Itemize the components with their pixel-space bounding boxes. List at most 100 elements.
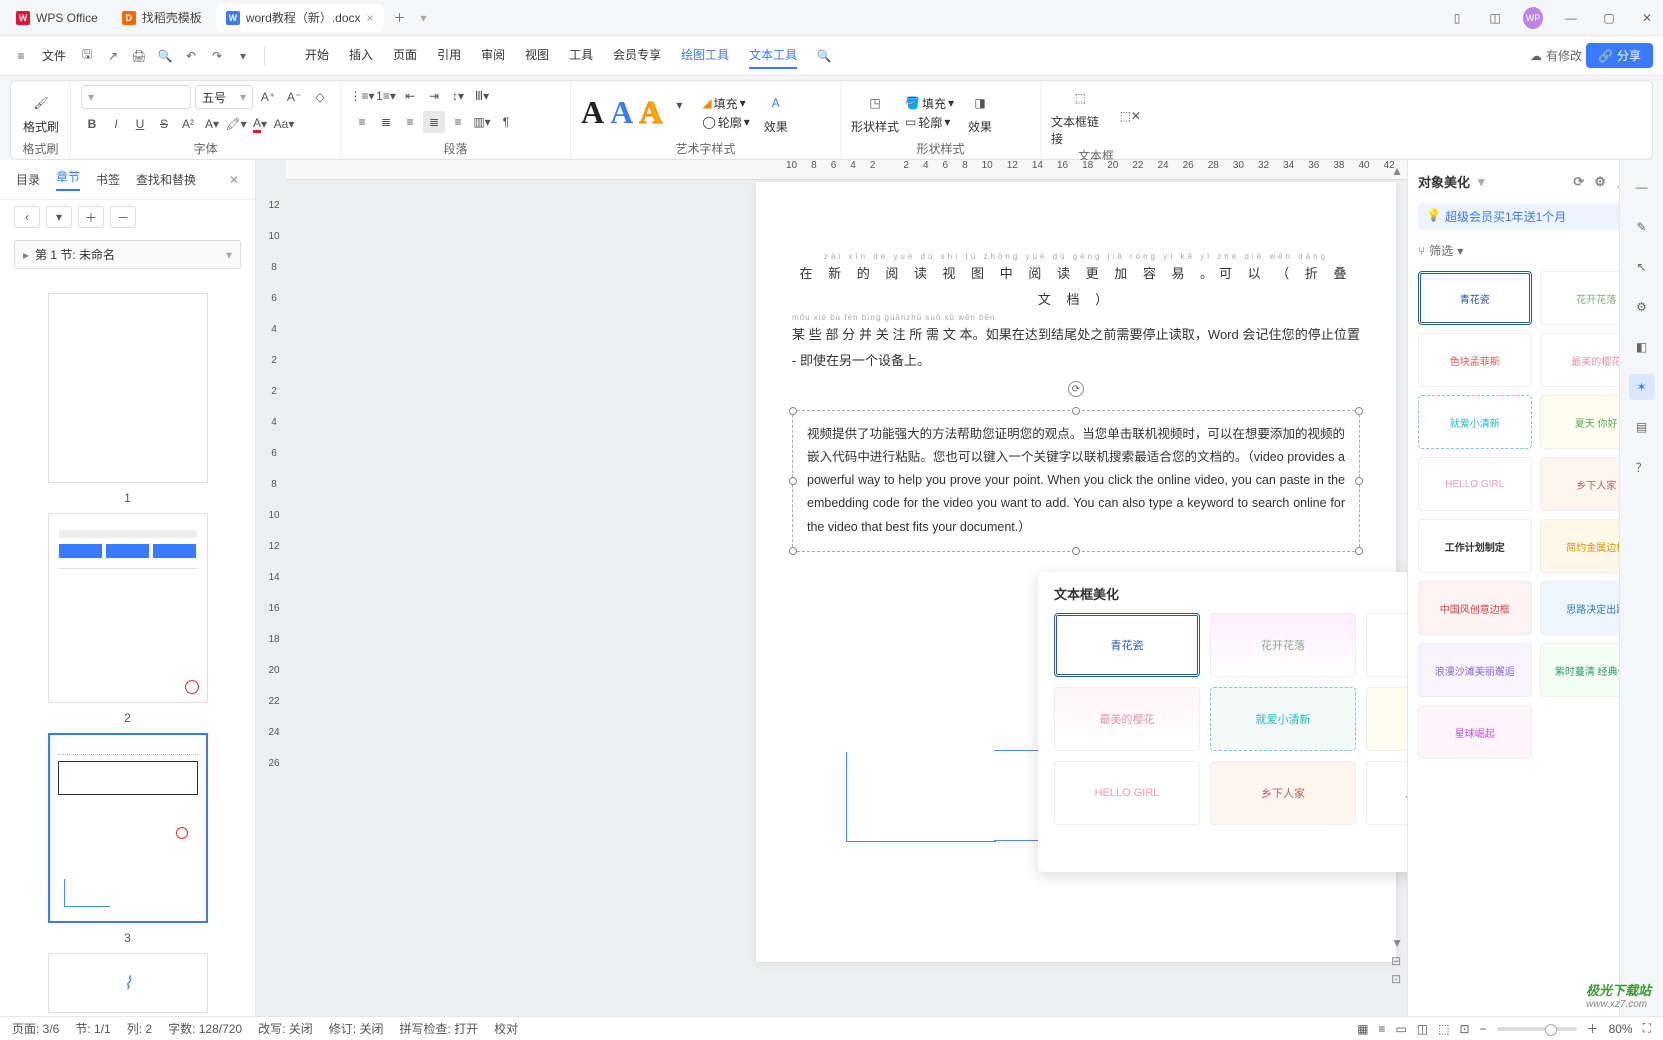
file-menu[interactable]: 文件 xyxy=(42,47,66,64)
rightpane-card[interactable]: 浪漫沙滩美丽邂逅 xyxy=(1418,643,1532,697)
sort-icon[interactable]: Ⅲ▾ xyxy=(471,85,493,107)
menu-huitu[interactable]: 绘图工具 xyxy=(681,42,729,69)
thumbnail-4[interactable]: ⌇ xyxy=(48,953,208,1013)
font-shrink-icon[interactable]: A⁻ xyxy=(283,86,305,108)
rightpane-card[interactable]: 色块孟菲斯 xyxy=(1418,333,1532,387)
nav-expand-button[interactable]: ▾ xyxy=(46,206,72,228)
thumbnail-1[interactable] xyxy=(48,293,208,483)
font-family-select[interactable]: ▾ xyxy=(81,85,191,109)
status-section[interactable]: 节: 1/1 xyxy=(75,1020,110,1037)
share-button[interactable]: 🔗分享 xyxy=(1586,43,1653,68)
menu-shenyue[interactable]: 审阅 xyxy=(481,42,505,69)
popup-card[interactable]: 乡下人家 xyxy=(1210,761,1356,825)
refresh-icon[interactable]: ⟳ xyxy=(1573,174,1584,190)
cube-icon[interactable]: ◫ xyxy=(1485,11,1505,25)
zoom-in-icon[interactable]: ＋ xyxy=(1587,1020,1599,1037)
minimize-icon[interactable]: — xyxy=(1561,11,1581,25)
tab-close-icon[interactable]: × xyxy=(367,11,374,25)
side-pen-icon[interactable]: ✎ xyxy=(1629,214,1655,240)
preview-icon[interactable]: 🔍 xyxy=(154,45,176,67)
align-center-icon[interactable]: ≣ xyxy=(375,111,397,133)
page-down-icon[interactable]: ⊡ xyxy=(1391,972,1403,986)
side-layout-icon[interactable]: ◧ xyxy=(1629,334,1655,360)
status-rev[interactable]: 改写: 关闭 xyxy=(258,1020,313,1037)
side-beautify-icon[interactable]: ✶ xyxy=(1629,374,1655,400)
case-button[interactable]: Aa▾ xyxy=(273,113,295,135)
rightpane-card[interactable]: 工作计划制定 xyxy=(1418,519,1532,573)
more-textbox-link[interactable]: 更多文本框 xyxy=(1054,843,1407,860)
handle-tl[interactable] xyxy=(789,407,797,415)
font-size-select[interactable]: 五号▾ xyxy=(195,85,253,109)
handle-b[interactable] xyxy=(1072,547,1080,555)
text-effect-button[interactable]: A效果 xyxy=(756,90,796,135)
navtab-zhangjie[interactable]: 章节 xyxy=(56,168,80,191)
wordart-more-icon[interactable]: ▾ xyxy=(668,94,690,116)
handle-r[interactable] xyxy=(1355,477,1363,485)
redo-icon[interactable]: ↷ xyxy=(206,45,228,67)
menu-charu[interactable]: 插入 xyxy=(349,42,373,69)
handle-br[interactable] xyxy=(1355,547,1363,555)
text-outline-button[interactable]: ◯轮廓▾ xyxy=(702,114,749,131)
print-icon[interactable]: 🖨 xyxy=(128,45,150,67)
nav-remove-button[interactable]: － xyxy=(110,206,136,228)
status-col[interactable]: 列: 2 xyxy=(127,1020,152,1037)
fullscreen-icon[interactable]: ⛶ xyxy=(1643,1021,1651,1036)
align-left-icon[interactable]: ≡ xyxy=(351,111,373,133)
export-icon[interactable]: ↗ xyxy=(102,45,124,67)
rightpane-card[interactable]: 青花瓷 xyxy=(1418,271,1532,325)
thumbnail-3[interactable] xyxy=(48,733,208,923)
format-brush-button[interactable]: 🖌格式刷 xyxy=(21,90,61,135)
font-grow-icon[interactable]: A⁺ xyxy=(257,86,279,108)
outdent-icon[interactable]: ⇤ xyxy=(399,85,421,107)
shape-fill-button[interactable]: 🪣填充▾ xyxy=(905,95,954,112)
menu-yemian[interactable]: 页面 xyxy=(393,42,417,69)
thumbnail-2[interactable] xyxy=(48,513,208,703)
underline-button[interactable]: U xyxy=(129,113,151,135)
search-icon[interactable]: 🔍 xyxy=(813,45,835,67)
popup-card[interactable]: HELLO GIRL xyxy=(1054,761,1200,825)
superscript-icon[interactable]: A² xyxy=(177,113,199,135)
rightpane-card[interactable]: HELLO GIRL xyxy=(1418,457,1532,511)
align-right-icon[interactable]: ≡ xyxy=(399,111,421,133)
view-fullwidth-icon[interactable]: ⬚ xyxy=(1438,1022,1449,1036)
tab-app[interactable]: W WPS Office xyxy=(6,4,108,32)
view-read-icon[interactable]: ▭ xyxy=(1395,1022,1406,1036)
side-select-icon[interactable]: ↖ xyxy=(1629,254,1655,280)
rightpane-card[interactable]: 星球崛起 xyxy=(1418,705,1532,759)
tab-document[interactable]: W word教程（新）.docx × xyxy=(216,4,384,32)
highlight-icon[interactable]: 🖍▾ xyxy=(225,113,247,135)
font-color-icon[interactable]: A▾ xyxy=(249,113,271,135)
status-chars[interactable]: 字数: 128/720 xyxy=(168,1020,242,1037)
popup-card[interactable]: 色块孟菲斯 xyxy=(1366,613,1407,677)
nav-add-button[interactable]: ＋ xyxy=(78,206,104,228)
maximize-icon[interactable]: ▢ xyxy=(1599,11,1619,25)
bold-button[interactable]: B xyxy=(81,113,103,135)
navpane-close-icon[interactable]: ✕ xyxy=(229,173,239,187)
para-fill-icon[interactable]: ▥▾ xyxy=(471,111,493,133)
cloud-status[interactable]: ☁有修改 xyxy=(1530,47,1582,64)
wordart-style-1[interactable]: A xyxy=(581,94,604,131)
section-more-icon[interactable]: ▾ xyxy=(226,248,232,262)
menu-yinyong[interactable]: 引用 xyxy=(437,42,461,69)
clear-format-icon[interactable]: ◇ xyxy=(309,86,331,108)
menu-gongju[interactable]: 工具 xyxy=(569,42,593,69)
strike-button[interactable]: S xyxy=(153,113,175,135)
side-help-icon[interactable]: ？ xyxy=(1629,454,1655,480)
text-fill-button[interactable]: ◢填充▾ xyxy=(702,95,749,112)
handle-bl[interactable] xyxy=(789,547,797,555)
linespace-icon[interactable]: ↕▾ xyxy=(447,85,469,107)
vertical-ruler[interactable]: 121086422468101214161820222426 xyxy=(262,180,286,1016)
rightpane-card[interactable]: 中国风创意边框 xyxy=(1418,581,1532,635)
popup-card[interactable]: 夏天 你好 xyxy=(1366,687,1407,751)
distribute-icon[interactable]: ≡ xyxy=(447,111,469,133)
handle-tr[interactable] xyxy=(1355,407,1363,415)
wordart-style-2[interactable]: A xyxy=(610,94,633,131)
bullet-list-icon[interactable]: ⋮≡▾ xyxy=(351,85,373,107)
navtab-chazhao[interactable]: 查找和替换 xyxy=(136,171,196,188)
menu-kaishi[interactable]: 开始 xyxy=(305,42,329,69)
handle-t[interactable] xyxy=(1072,407,1080,415)
new-tab-button[interactable]: ＋ xyxy=(388,6,412,30)
side-book-icon[interactable]: ▤ xyxy=(1629,414,1655,440)
zoom-out-icon[interactable]: − xyxy=(1480,1022,1487,1036)
hamburger-icon[interactable]: ≡ xyxy=(10,49,32,63)
